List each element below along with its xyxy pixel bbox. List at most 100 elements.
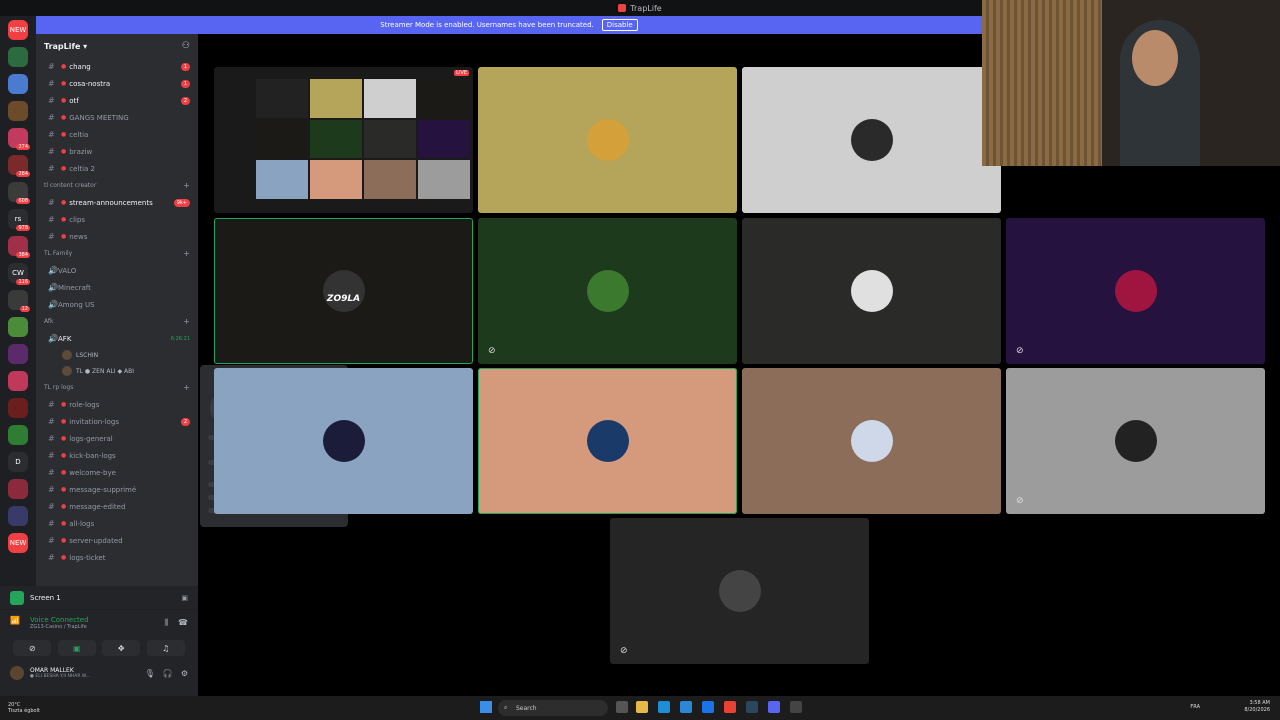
server-icon[interactable]	[8, 317, 28, 337]
channel-text[interactable]: # ● kick-ban-logs	[36, 447, 198, 464]
steam-icon[interactable]	[746, 701, 758, 713]
vpn-icon[interactable]	[702, 701, 714, 713]
channel-text[interactable]: # ● logs-ticket	[36, 549, 198, 566]
channel-text[interactable]: # ● GANGS MEETING	[36, 109, 198, 126]
channel-text[interactable]: # ● chang 1	[36, 58, 198, 75]
channel-text[interactable]: # ● invitation-logs 2	[36, 413, 198, 430]
start-icon[interactable]	[480, 701, 492, 713]
channel-text[interactable]: # ● celtia 2	[36, 160, 198, 177]
system-clock[interactable]: 3:58 AM 8/20/2026	[1244, 700, 1270, 714]
soundboard-button[interactable]: ♫	[146, 640, 185, 656]
screen-share-tile[interactable]: LIVE	[214, 67, 473, 213]
server-icon[interactable]: NEW	[8, 20, 28, 40]
server-icon[interactable]	[8, 344, 28, 364]
participant-tile[interactable]	[742, 218, 1001, 364]
server-icon[interactable]	[8, 47, 28, 67]
discord-icon[interactable]	[768, 701, 780, 713]
participant-tile[interactable]	[478, 67, 737, 213]
obs-icon[interactable]	[790, 701, 802, 713]
activities-button[interactable]: ✥	[102, 640, 141, 656]
server-icon[interactable]	[8, 101, 28, 121]
headphones-icon[interactable]: 🎧	[163, 669, 173, 678]
category-afk[interactable]: Afk +	[36, 313, 198, 330]
chrome-icon[interactable]	[724, 701, 736, 713]
channel-voice[interactable]: 🔊 Minecraft	[36, 279, 198, 296]
server-icon[interactable]	[8, 479, 28, 499]
invite-icon[interactable]: ⚇	[182, 41, 190, 51]
preview-cell	[256, 119, 308, 159]
camera-button[interactable]: ⊘	[13, 640, 52, 656]
store-icon[interactable]	[680, 701, 692, 713]
add-channel-icon[interactable]: +	[183, 181, 190, 190]
channel-text[interactable]: # ● stream-announcements 9k+	[36, 194, 198, 211]
edge-icon[interactable]	[658, 701, 670, 713]
channel-text[interactable]: # ● role-logs	[36, 396, 198, 413]
channel-text[interactable]: # ● braziw	[36, 143, 198, 160]
server-icon[interactable]	[8, 371, 28, 391]
mic-icon[interactable]: 🎙	[145, 669, 155, 678]
participant-tile[interactable]	[214, 368, 473, 514]
channel-voice[interactable]: 🔊 Among US	[36, 296, 198, 313]
category-rp-logs[interactable]: TL rp logs +	[36, 379, 198, 396]
channel-text[interactable]: # ● all-logs	[36, 515, 198, 532]
voice-channel-afk[interactable]: 🔊 AFK 6:26:21	[36, 330, 198, 347]
participant-tile[interactable]	[742, 67, 1001, 213]
add-channel-icon[interactable]: +	[183, 317, 190, 326]
channel-text[interactable]: # ● otf 2	[36, 92, 198, 109]
participant-tile[interactable]: ZO9LA	[214, 218, 473, 364]
speaker-icon: 🔊	[48, 334, 58, 343]
gear-icon[interactable]: ⚙	[181, 669, 188, 678]
server-icon[interactable]	[8, 74, 28, 94]
disable-streamer-mode-button[interactable]: Disable	[601, 19, 638, 31]
weather-widget[interactable]: 20°C Tiszta égbolt	[8, 702, 40, 714]
user-info[interactable]: OMAR MALLEK ● ELI BESHA Y.II NHAR W... 🎙…	[0, 660, 198, 686]
voice-member[interactable]: TL ● ZEN ALI ◆ ABI	[36, 363, 198, 379]
voice-member[interactable]: LSCHIN	[36, 347, 198, 363]
add-channel-icon[interactable]: +	[183, 383, 190, 392]
server-icon[interactable]	[8, 425, 28, 445]
channel-text[interactable]: # ● logs-general	[36, 430, 198, 447]
category-family[interactable]: TL Family +	[36, 245, 198, 262]
channel-voice[interactable]: 🔊 VALO	[36, 262, 198, 279]
participant-tile[interactable]: ⊘	[1006, 368, 1265, 514]
server-icon[interactable]: 608	[8, 182, 30, 204]
server-icon[interactable]: 384	[8, 236, 30, 258]
voice-connection[interactable]: 📶 Voice Connected ZG13-Casino / TrapLife…	[0, 610, 198, 636]
disconnect-icon[interactable]: ☎	[178, 618, 188, 627]
language-indicator[interactable]: FRA	[1190, 704, 1200, 710]
participant-tile[interactable]	[478, 368, 737, 514]
server-icon[interactable]: CW 116	[8, 263, 30, 285]
server-icon[interactable]: rs 978	[8, 209, 30, 231]
server-icon[interactable]: 274	[8, 128, 30, 150]
hash-icon: #	[48, 502, 55, 511]
server-icon[interactable]: 284	[8, 155, 30, 177]
channel-text[interactable]: # ● message-edited	[36, 498, 198, 515]
category-content-creator[interactable]: tl content creator +	[36, 177, 198, 194]
noise-suppression-icon[interactable]: ⫼	[164, 618, 168, 628]
screen-share-row[interactable]: Screen 1 ▣	[0, 586, 198, 610]
taskbar-search[interactable]: ⌕ Search	[498, 700, 608, 716]
popout-icon[interactable]: ▣	[181, 594, 188, 602]
server-icon[interactable]	[8, 398, 28, 418]
participant-tile[interactable]: ⊘	[610, 518, 869, 664]
channel-text[interactable]: # ● news	[36, 228, 198, 245]
task-view-icon[interactable]	[616, 701, 628, 713]
channel-text[interactable]: # ● welcome-bye	[36, 464, 198, 481]
channel-text[interactable]: # ● celtia	[36, 126, 198, 143]
server-icon[interactable]: 12	[8, 290, 30, 312]
participant-tile[interactable]: ⊘	[1006, 218, 1265, 364]
server-icon[interactable]: D	[8, 452, 28, 472]
channel-text[interactable]: # ● server-updated	[36, 532, 198, 549]
channel-text[interactable]: # ● cosa-nostra 1	[36, 75, 198, 92]
server-icon[interactable]	[8, 506, 28, 526]
unread-badge: 2	[180, 417, 190, 426]
server-icon[interactable]: NEW	[8, 533, 28, 553]
guild-header[interactable]: TrapLife ▾ ⚇	[36, 34, 198, 58]
channel-text[interactable]: # ● message-supprimé	[36, 481, 198, 498]
participant-tile[interactable]	[742, 368, 1001, 514]
add-channel-icon[interactable]: +	[183, 249, 190, 258]
channel-text[interactable]: # ● clips	[36, 211, 198, 228]
participant-tile[interactable]: ⊘	[478, 218, 737, 364]
file-explorer-icon[interactable]	[636, 701, 648, 713]
screen-share-button[interactable]: ▣	[57, 640, 96, 656]
